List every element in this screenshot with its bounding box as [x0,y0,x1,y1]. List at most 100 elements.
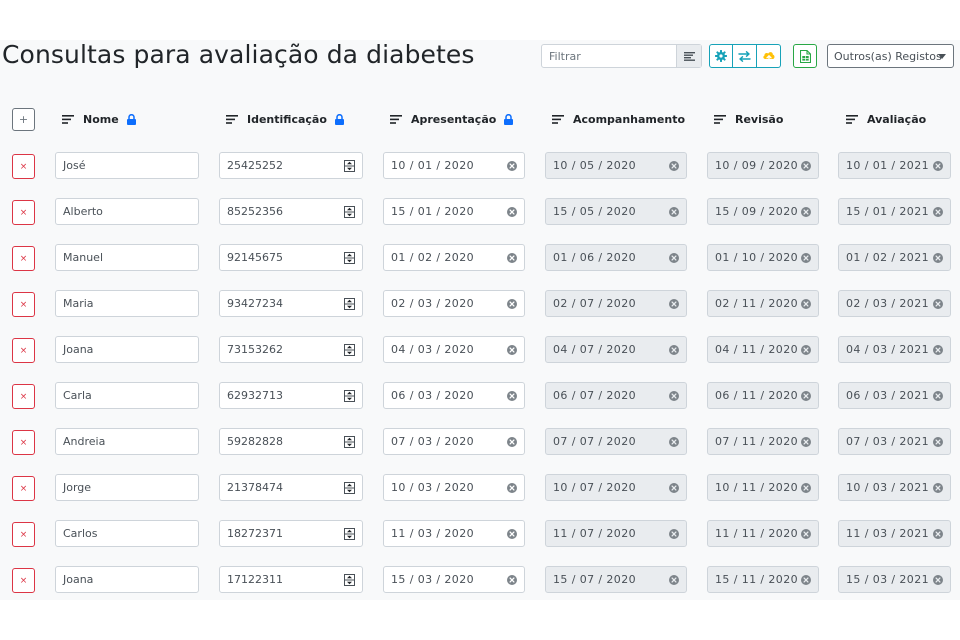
avaliacao-date-field[interactable]: 15 / 01 / 2021 [838,198,951,225]
number-spinner-icon[interactable] [344,528,355,540]
clear-circle-icon[interactable] [507,529,517,539]
avaliacao-date-field[interactable]: 07 / 03 / 2021 [838,428,951,455]
column-header-revisao[interactable]: Revisão [714,112,783,126]
number-spinner-icon[interactable] [344,482,355,494]
number-spinner-icon[interactable] [344,574,355,586]
clear-circle-icon[interactable] [933,437,943,447]
revisao-date-field[interactable]: 15 / 09 / 2020 [707,198,819,225]
name-field[interactable]: Carla [55,382,199,409]
filter-input[interactable] [542,45,690,67]
clear-circle-icon[interactable] [801,391,811,401]
avaliacao-date-field[interactable]: 02 / 03 / 2021 [838,290,951,317]
id-field[interactable]: 59282828 [219,428,363,455]
delete-row-button[interactable]: × [12,292,35,317]
clear-circle-icon[interactable] [507,207,517,217]
clear-circle-icon[interactable] [933,483,943,493]
acompanhamento-date-field[interactable]: 15 / 07 / 2020 [545,566,687,593]
delete-row-button[interactable]: × [12,384,35,409]
delete-row-button[interactable]: × [12,476,35,501]
avaliacao-date-field[interactable]: 11 / 03 / 2021 [838,520,951,547]
clear-circle-icon[interactable] [669,161,679,171]
apresentacao-date-field[interactable]: 15 / 01 / 2020 [383,198,525,225]
clear-circle-icon[interactable] [507,253,517,263]
clear-circle-icon[interactable] [801,253,811,263]
export-excel-button[interactable] [793,44,817,68]
avaliacao-date-field[interactable]: 06 / 03 / 2021 [838,382,951,409]
revisao-date-field[interactable]: 15 / 11 / 2020 [707,566,819,593]
delete-row-button[interactable]: × [12,522,35,547]
revisao-date-field[interactable]: 07 / 11 / 2020 [707,428,819,455]
acompanhamento-date-field[interactable]: 06 / 07 / 2020 [545,382,687,409]
id-field[interactable]: 92145675 [219,244,363,271]
add-row-button[interactable]: + [12,108,35,131]
number-spinner-icon[interactable] [344,298,355,310]
avaliacao-date-field[interactable]: 01 / 02 / 2021 [838,244,951,271]
clear-circle-icon[interactable] [933,345,943,355]
revisao-date-field[interactable]: 04 / 11 / 2020 [707,336,819,363]
apresentacao-date-field[interactable]: 11 / 03 / 2020 [383,520,525,547]
apresentacao-date-field[interactable]: 10 / 03 / 2020 [383,474,525,501]
acompanhamento-date-field[interactable]: 15 / 05 / 2020 [545,198,687,225]
name-field[interactable]: Andreia [55,428,199,455]
acompanhamento-date-field[interactable]: 11 / 07 / 2020 [545,520,687,547]
column-header-acompanhamento[interactable]: Acompanhamento [552,112,685,126]
apresentacao-date-field[interactable]: 10 / 01 / 2020 [383,152,525,179]
avaliacao-date-field[interactable]: 10 / 01 / 2021 [838,152,951,179]
avaliacao-date-field[interactable]: 10 / 03 / 2021 [838,474,951,501]
name-field[interactable]: Carlos [55,520,199,547]
clear-circle-icon[interactable] [933,253,943,263]
apresentacao-date-field[interactable]: 07 / 03 / 2020 [383,428,525,455]
delete-row-button[interactable]: × [12,246,35,271]
avaliacao-date-field[interactable]: 04 / 03 / 2021 [838,336,951,363]
clear-circle-icon[interactable] [507,483,517,493]
apresentacao-date-field[interactable]: 01 / 02 / 2020 [383,244,525,271]
revisao-date-field[interactable]: 02 / 11 / 2020 [707,290,819,317]
name-field[interactable]: Joana [55,336,199,363]
name-field[interactable]: Maria [55,290,199,317]
clear-circle-icon[interactable] [801,299,811,309]
id-field[interactable]: 21378474 [219,474,363,501]
revisao-date-field[interactable]: 06 / 11 / 2020 [707,382,819,409]
clear-circle-icon[interactable] [507,345,517,355]
clear-circle-icon[interactable] [669,391,679,401]
revisao-date-field[interactable]: 01 / 10 / 2020 [707,244,819,271]
name-field[interactable]: Manuel [55,244,199,271]
revisao-date-field[interactable]: 10 / 11 / 2020 [707,474,819,501]
id-field[interactable]: 17122311 [219,566,363,593]
clear-circle-icon[interactable] [933,207,943,217]
upload-button[interactable] [757,44,781,68]
clear-circle-icon[interactable] [801,345,811,355]
clear-circle-icon[interactable] [801,437,811,447]
clear-circle-icon[interactable] [507,299,517,309]
name-field[interactable]: Jorge [55,474,199,501]
clear-circle-icon[interactable] [507,437,517,447]
clear-circle-icon[interactable] [801,575,811,585]
clear-circle-icon[interactable] [669,437,679,447]
number-spinner-icon[interactable] [344,252,355,264]
column-header-nome[interactable]: Nome [62,112,136,126]
apresentacao-date-field[interactable]: 02 / 03 / 2020 [383,290,525,317]
apresentacao-date-field[interactable]: 04 / 03 / 2020 [383,336,525,363]
number-spinner-icon[interactable] [344,436,355,448]
clear-circle-icon[interactable] [669,253,679,263]
clear-circle-icon[interactable] [669,207,679,217]
avaliacao-date-field[interactable]: 15 / 03 / 2021 [838,566,951,593]
acompanhamento-date-field[interactable]: 10 / 07 / 2020 [545,474,687,501]
swap-button[interactable] [733,44,757,68]
acompanhamento-date-field[interactable]: 02 / 07 / 2020 [545,290,687,317]
clear-circle-icon[interactable] [801,529,811,539]
apresentacao-date-field[interactable]: 06 / 03 / 2020 [383,382,525,409]
number-spinner-icon[interactable] [344,390,355,402]
id-field[interactable]: 93427234 [219,290,363,317]
clear-circle-icon[interactable] [669,529,679,539]
id-field[interactable]: 62932713 [219,382,363,409]
clear-circle-icon[interactable] [933,391,943,401]
clear-circle-icon[interactable] [507,575,517,585]
clear-circle-icon[interactable] [933,529,943,539]
column-header-apresentacao[interactable]: Apresentação [390,112,514,126]
clear-circle-icon[interactable] [669,575,679,585]
clear-circle-icon[interactable] [669,299,679,309]
filter-icon-button[interactable] [676,45,701,67]
name-field[interactable]: Joana [55,566,199,593]
number-spinner-icon[interactable] [344,160,355,172]
